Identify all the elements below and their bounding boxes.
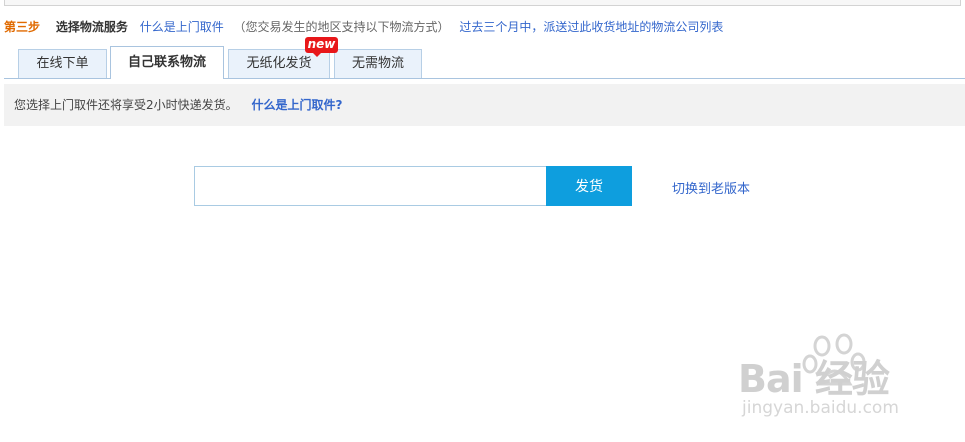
- watermark-logo: Bai 经验: [738, 357, 890, 401]
- baidu-watermark: Bai 经验 jingyan.baidu.com: [730, 330, 960, 430]
- switch-old-version-link[interactable]: 切换到老版本: [672, 178, 750, 197]
- carrier-list-link[interactable]: 过去三个月中，派送过此收货地址的物流公司列表: [459, 20, 723, 34]
- top-bar: [4, 0, 961, 6]
- pickup-help-link[interactable]: 什么是上门取件: [140, 20, 224, 34]
- tab-self-contact[interactable]: 自己联系物流: [110, 46, 224, 79]
- watermark-url: jingyan.baidu.com: [742, 398, 899, 418]
- info-pickup-link[interactable]: 什么是上门取件?: [251, 98, 342, 112]
- ship-button[interactable]: 发货: [546, 166, 632, 206]
- tab-no-logistics[interactable]: 无需物流: [334, 49, 422, 78]
- new-badge: new: [305, 37, 338, 57]
- step-title: 选择物流服务: [55, 20, 128, 34]
- paw-icon: [802, 333, 866, 386]
- info-bar: 您选择上门取件还将享受2小时快递发货。 什么是上门取件?: [4, 84, 965, 126]
- logistics-page: 第三步 选择物流服务 什么是上门取件 （您交易发生的地区支持以下物流方式） 过去…: [0, 0, 965, 442]
- info-text: 您选择上门取件还将享受2小时快递发货。: [14, 98, 238, 112]
- tab-online-order[interactable]: 在线下单: [18, 49, 107, 78]
- step-header: 第三步 选择物流服务 什么是上门取件 （您交易发生的地区支持以下物流方式） 过去…: [4, 19, 723, 35]
- tracking-number-input[interactable]: [194, 166, 546, 206]
- step-number: 第三步: [4, 20, 41, 34]
- step-note: （您交易发生的地区支持以下物流方式）: [233, 20, 450, 34]
